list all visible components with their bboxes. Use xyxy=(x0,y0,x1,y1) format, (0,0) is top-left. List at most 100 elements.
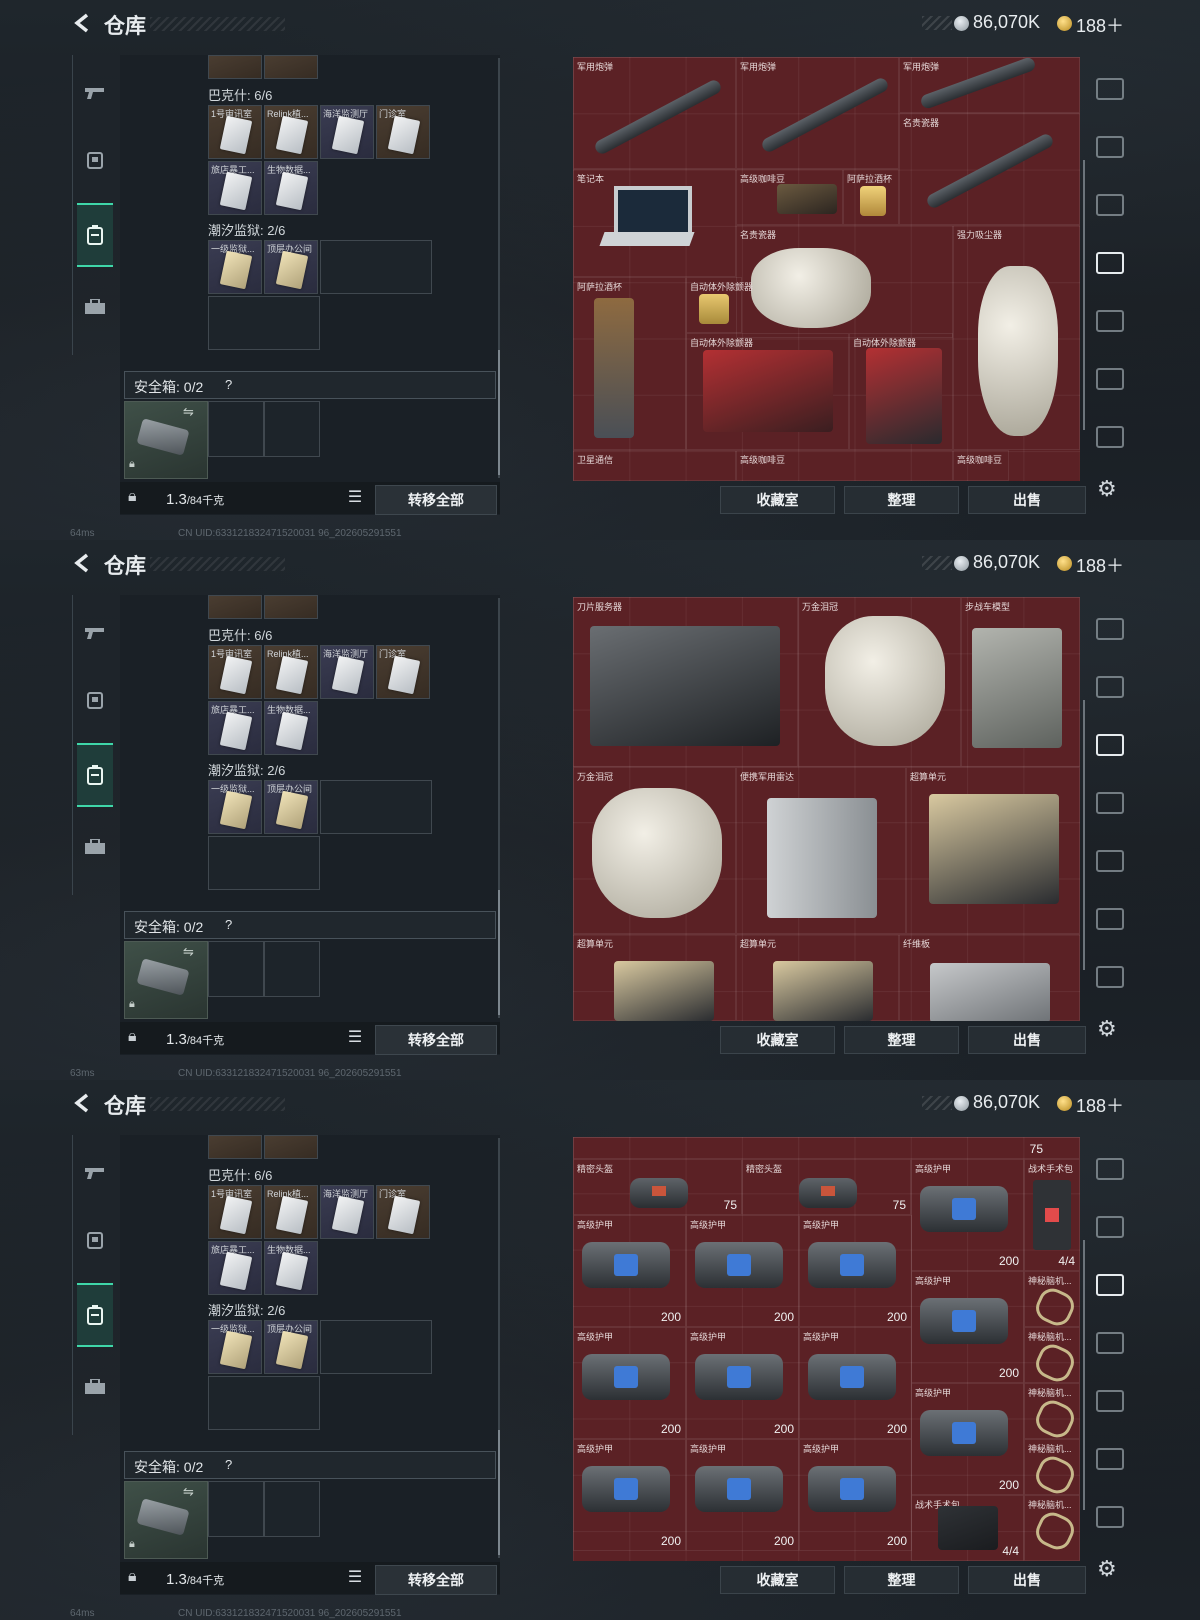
warehouse-tab-icon[interactable] xyxy=(1096,966,1124,988)
safe-box-slot[interactable]: ⇋ 🔒︎ xyxy=(124,941,208,1019)
warehouse-item[interactable]: 战术手术包 4/4 xyxy=(911,1495,1024,1561)
warehouse-item[interactable]: 军用炮弹 xyxy=(736,57,899,169)
warehouse-scrollbar[interactable] xyxy=(1083,1240,1085,1510)
warehouse-tab-icon[interactable] xyxy=(1096,1390,1124,1412)
keycard-slot[interactable]: 生物数据... xyxy=(264,161,318,215)
keycard-slot[interactable]: 海洋监测厅 xyxy=(320,645,374,699)
warehouse-tab-icon[interactable] xyxy=(1096,310,1124,332)
warehouse-item[interactable]: 万金泪冠 xyxy=(798,597,961,767)
keycard-slot[interactable]: 海洋监测厅 xyxy=(320,1185,374,1239)
warehouse-tab-icon[interactable] xyxy=(1096,850,1124,872)
padlock-icon[interactable]: 🔒︎ xyxy=(128,1568,137,1586)
help-icon[interactable]: ? xyxy=(225,377,232,392)
back-arrow-icon[interactable] xyxy=(72,12,94,34)
empty-slot[interactable] xyxy=(320,240,432,294)
collection-button[interactable]: 收藏室 xyxy=(720,1026,835,1054)
keycard-slot[interactable]: 门诊室 xyxy=(376,645,430,699)
warehouse-item[interactable]: 自动体外除颤器 xyxy=(686,333,849,450)
warehouse-tab-icon[interactable] xyxy=(1096,618,1124,640)
keycard-slot[interactable]: 顶层办公间 xyxy=(264,240,318,294)
backpack-icon[interactable] xyxy=(77,203,113,267)
warehouse-tab-icon[interactable] xyxy=(1096,676,1124,698)
warehouse-tab-icon[interactable] xyxy=(1096,252,1124,274)
help-icon[interactable]: ? xyxy=(225,1457,232,1472)
safe-empty-slot[interactable] xyxy=(264,401,320,457)
empty-slot[interactable] xyxy=(208,836,320,890)
armor-icon[interactable] xyxy=(77,670,113,730)
warehouse-item[interactable]: 高级护甲 200 xyxy=(686,1215,799,1327)
help-icon[interactable]: ? xyxy=(225,917,232,932)
warehouse-item[interactable]: 万金泪冠 xyxy=(573,767,736,934)
gear-icon[interactable]: ⚙ xyxy=(1097,476,1117,502)
safe-empty-slot[interactable] xyxy=(264,941,320,997)
warehouse-item[interactable]: 便携军用雷达 xyxy=(736,767,906,934)
gold-amount[interactable]: 188＋ xyxy=(1076,12,1124,38)
keycard-slot[interactable]: 生物数据... xyxy=(264,701,318,755)
warehouse-item[interactable]: 高级咖啡豆 xyxy=(736,450,953,481)
keycard-slot[interactable]: 顶层办公间 xyxy=(264,780,318,834)
safe-empty-slot[interactable] xyxy=(208,941,264,997)
back-arrow-icon[interactable] xyxy=(72,552,94,574)
safe-empty-slot[interactable] xyxy=(208,401,264,457)
safe-empty-slot[interactable] xyxy=(208,1481,264,1537)
warehouse-item[interactable]: 高级咖啡豆 xyxy=(953,450,1009,481)
keycard-slot[interactable]: 1号审讯室 xyxy=(208,645,262,699)
warehouse-item[interactable]: 超算单元 xyxy=(573,934,736,1021)
toolbox-icon[interactable] xyxy=(77,1357,113,1417)
armor-icon[interactable] xyxy=(77,130,113,190)
partial-slot[interactable] xyxy=(208,595,262,619)
partial-slot[interactable] xyxy=(208,55,262,79)
keycard-slot[interactable]: Relink植... xyxy=(264,105,318,159)
warehouse-item[interactable]: 军用炮弹 xyxy=(573,57,736,169)
safe-box-slot[interactable]: ⇋ 🔒︎ xyxy=(124,1481,208,1559)
keycard-slot[interactable]: 海洋监测厅 xyxy=(320,105,374,159)
warehouse-item[interactable]: 自动体外除颤器 xyxy=(686,277,753,333)
warehouse-item[interactable]: 高级护甲 200 xyxy=(573,1439,686,1551)
warehouse-item[interactable]: 超算单元 xyxy=(736,934,899,1021)
keycard-slot[interactable]: Relink植... xyxy=(264,1185,318,1239)
warehouse-item[interactable]: 高级护甲 200 xyxy=(686,1327,799,1439)
warehouse-tab-icon[interactable] xyxy=(1096,1332,1124,1354)
sort-button[interactable]: 整理 xyxy=(844,1026,959,1054)
swap-icon[interactable]: ⇋ xyxy=(183,1484,194,1500)
backpack-icon[interactable] xyxy=(77,743,113,807)
warehouse-tab-icon[interactable] xyxy=(1096,368,1124,390)
sort-button[interactable]: 整理 xyxy=(844,486,959,514)
gear-icon[interactable]: ⚙ xyxy=(1097,1016,1117,1042)
keycard-slot[interactable]: 门诊室 xyxy=(376,1185,430,1239)
toolbox-icon[interactable] xyxy=(77,817,113,877)
warehouse-item[interactable]: 超算单元 xyxy=(906,767,1080,934)
warehouse-item[interactable]: 步战车模型 xyxy=(961,597,1080,767)
list-view-icon[interactable]: ☰ xyxy=(343,1567,367,1589)
empty-slot[interactable] xyxy=(320,780,432,834)
warehouse-item[interactable]: 卫星通信 xyxy=(573,450,736,481)
keycard-slot[interactable]: 1号审讯室 xyxy=(208,105,262,159)
keycard-slot[interactable]: 门诊室 xyxy=(376,105,430,159)
warehouse-item[interactable]: 神秘脑机... xyxy=(1024,1271,1080,1331)
warehouse-tab-icon[interactable] xyxy=(1096,1448,1124,1470)
warehouse-item[interactable]: 高级护甲 200 xyxy=(911,1383,1024,1495)
safe-box-slot[interactable]: ⇋ 🔒︎ xyxy=(124,401,208,479)
warehouse-tab-icon[interactable] xyxy=(1096,426,1124,448)
warehouse-item[interactable]: 阿萨拉酒杯 xyxy=(573,277,686,450)
warehouse-item[interactable]: 战术手术包 4/4 xyxy=(1024,1159,1080,1271)
warehouse-item[interactable]: 高级护甲 200 xyxy=(573,1215,686,1327)
empty-slot[interactable] xyxy=(208,1376,320,1430)
warehouse-item[interactable]: 高级护甲 200 xyxy=(799,1327,912,1439)
keycard-slot[interactable]: Relink植... xyxy=(264,645,318,699)
gear-icon[interactable]: ⚙ xyxy=(1097,1556,1117,1582)
transfer-all-button[interactable]: 转移全部 xyxy=(375,1025,497,1055)
warehouse-tab-icon[interactable] xyxy=(1096,194,1124,216)
warehouse-tab-icon[interactable] xyxy=(1096,1274,1124,1296)
keycard-slot[interactable]: 一级监狱... xyxy=(208,240,262,294)
padlock-icon[interactable]: 🔒︎ xyxy=(128,488,137,506)
warehouse-item[interactable]: 高级护甲 200 xyxy=(911,1271,1024,1383)
keycard-slot[interactable]: 旅店暴工... xyxy=(208,701,262,755)
sell-button[interactable]: 出售 xyxy=(968,1566,1086,1594)
warehouse-item[interactable]: 高级咖啡豆 xyxy=(736,169,843,225)
warehouse-tab-icon[interactable] xyxy=(1096,1506,1124,1528)
transfer-all-button[interactable]: 转移全部 xyxy=(375,1565,497,1595)
warehouse-item[interactable]: 强力吸尘器 xyxy=(953,225,1080,450)
sell-button[interactable]: 出售 xyxy=(968,1026,1086,1054)
gun-icon[interactable] xyxy=(77,63,113,123)
